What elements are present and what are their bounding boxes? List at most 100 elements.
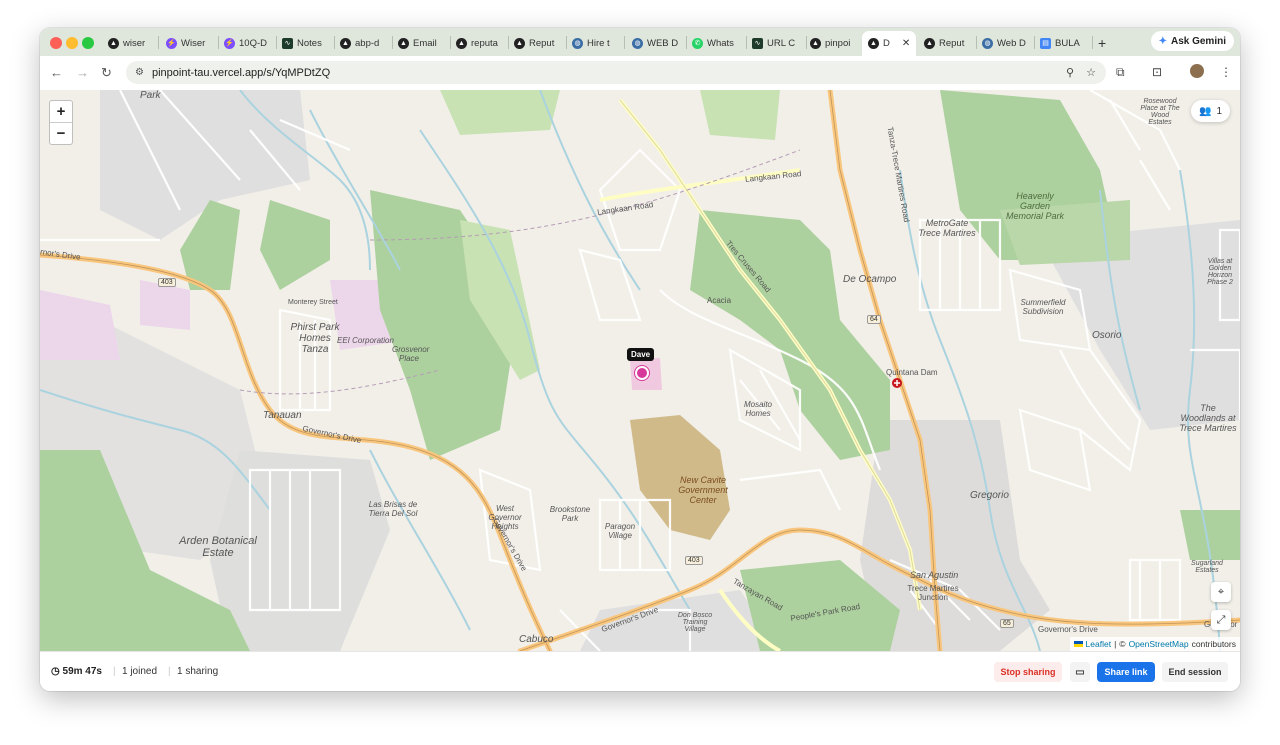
tab-2[interactable]: ⚡ 10Q-D xyxy=(224,32,274,54)
label-woodlands: The Woodlands at Trece Martires xyxy=(1179,403,1237,433)
tab-1[interactable]: ⚡ Wiser xyxy=(166,32,216,54)
dark-circle-icon: ▲ xyxy=(108,37,119,49)
user-marker-tooltip: Dave xyxy=(627,348,655,361)
dark-circle-icon: ▲ xyxy=(868,38,879,49)
map-attribution: Leaflet | © OpenStreetMap contributors xyxy=(1069,637,1240,651)
label-cabuco: Cabuco xyxy=(519,634,554,645)
label-monterey-street: Monterey Street xyxy=(288,299,338,306)
tab-16[interactable]: ▤ BULA xyxy=(1040,32,1090,54)
label-quintana-dam: Quintana Dam xyxy=(886,368,938,377)
clock-icon: ◷ xyxy=(51,666,63,677)
new-tab-button[interactable]: + xyxy=(1098,32,1112,54)
label-brookstone-park: Brookstone Park xyxy=(549,505,591,523)
globe-icon: ◍ xyxy=(632,37,643,49)
forward-arrow-icon[interactable]: → xyxy=(76,65,89,80)
tab-6[interactable]: ▲ reputa xyxy=(456,32,506,54)
route-shield-403-a: 403 xyxy=(158,278,176,287)
menu-dots-icon[interactable]: ⋮ xyxy=(1220,65,1232,79)
close-tab-icon[interactable]: ✕ xyxy=(902,38,910,49)
extensions-icon[interactable]: ⧉ xyxy=(1116,65,1125,80)
label-grosvenor-place: Grosvenor Place xyxy=(392,345,430,363)
user-location-marker[interactable] xyxy=(635,366,649,380)
stop-sharing-button[interactable]: Stop sharing xyxy=(994,662,1062,682)
label-las-brisas: Las Brisas de Tierra Del Sol xyxy=(368,500,418,518)
participants-chip[interactable]: 👥 1 xyxy=(1190,100,1230,122)
ukraine-flag-icon xyxy=(1073,641,1083,647)
zoom-in-button[interactable]: + xyxy=(50,101,72,123)
tab-5[interactable]: ▲ Email xyxy=(398,32,448,54)
zoom-out-button[interactable]: − xyxy=(50,123,72,144)
route-shield-65: 65 xyxy=(1000,619,1014,628)
label-summerfield: Summerfield Subdivision xyxy=(1020,298,1066,316)
map-canvas[interactable]: Park rnor's Drive 403 Monterey Street Ph… xyxy=(40,90,1240,651)
chat-button[interactable]: ▭ xyxy=(1070,662,1090,682)
label-governors-drive-e: Governor's Drive xyxy=(1038,625,1098,634)
tab-10[interactable]: ✆ Whats xyxy=(692,32,744,54)
tab-search-icon[interactable]: ⊡ xyxy=(1152,65,1162,79)
close-window-button[interactable] xyxy=(50,37,62,49)
crosshair-icon: ⌖ xyxy=(1217,586,1225,598)
label-trece-martires-junction: Trece Martires Junction xyxy=(907,584,959,602)
fullscreen-button[interactable]: ⤢ xyxy=(1211,610,1231,630)
bookmark-star-icon[interactable]: ☆ xyxy=(1086,66,1096,79)
globe-icon: ◍ xyxy=(572,37,583,49)
tab-strip: ▲ wiser ⚡ Wiser ⚡ 10Q-D ∿ Notes ▲ abp-d ▲ Emai… xyxy=(40,28,1240,56)
lightning-icon: ⚡ xyxy=(166,37,177,49)
back-arrow-icon[interactable]: ← xyxy=(50,65,63,80)
gemini-sparkle-icon: ✦ xyxy=(1158,35,1167,47)
minimize-window-button[interactable] xyxy=(66,37,78,49)
tab-0[interactable]: ▲ wiser xyxy=(108,32,156,54)
label-heavenly-garden: Heavenly Garden Memorial Park xyxy=(1005,191,1064,221)
route-shield-64: 64 xyxy=(867,315,881,324)
osm-link[interactable]: OpenStreetMap xyxy=(1129,639,1189,649)
end-session-button[interactable]: End session xyxy=(1162,662,1228,682)
label-mosaito-homes: Mosaito Homes xyxy=(743,400,772,418)
browser-window: ▲ wiser ⚡ Wiser ⚡ 10Q-D ∿ Notes ▲ abp-d ▲ Emai… xyxy=(40,28,1240,691)
maximize-window-button[interactable] xyxy=(82,37,94,49)
share-link-button[interactable]: Share link xyxy=(1097,662,1155,682)
label-eei-corporation: EEI Corporation xyxy=(337,336,394,345)
people-icon: 👥 xyxy=(1198,105,1212,117)
label-gregorio: Gregorio xyxy=(970,490,1009,501)
chat-bubble-icon: ▭ xyxy=(1075,666,1085,678)
profile-avatar[interactable] xyxy=(1190,64,1204,78)
tab-15[interactable]: ◍ Web D xyxy=(982,32,1032,54)
site-settings-icon[interactable]: ⚙ xyxy=(135,67,144,78)
doc-icon: ▤ xyxy=(1040,37,1051,49)
tab-9[interactable]: ◍ WEB D xyxy=(632,32,684,54)
tab-4[interactable]: ▲ abp-d xyxy=(340,32,390,54)
label-phirst-park: Phirst Park Homes Tanza xyxy=(290,322,340,355)
label-san-agustin: San Agustin xyxy=(910,570,959,580)
label-sugarland: Sugarland Estates xyxy=(1191,560,1223,574)
locate-me-button[interactable]: ⌖ xyxy=(1211,582,1231,602)
participants-count: 1 xyxy=(1216,105,1222,117)
location-pin-icon[interactable]: ⚲ xyxy=(1066,66,1074,79)
label-park: Park xyxy=(140,90,161,101)
joined-count: 1 joined xyxy=(122,666,158,677)
tab-3[interactable]: ∿ Notes xyxy=(282,32,332,54)
label-don-bosco: Don Bosco Training Village xyxy=(677,612,713,633)
label-acacia: Acacia xyxy=(707,296,732,305)
leaflet-link[interactable]: Leaflet xyxy=(1086,639,1112,649)
tab-7[interactable]: ▲ Reput xyxy=(514,32,564,54)
label-rosewood-place: Rosewood Place at The Wood Estates xyxy=(1140,98,1180,126)
tab-13-active[interactable]: ▲ D ✕ xyxy=(862,31,916,56)
dark-circle-icon: ▲ xyxy=(398,37,409,49)
expand-icon: ⤢ xyxy=(1216,614,1226,626)
tab-11[interactable]: ∿ URL C xyxy=(752,32,804,54)
dark-circle-icon: ▲ xyxy=(456,37,467,49)
tab-12[interactable]: ▲ pinpoi xyxy=(810,32,862,54)
label-new-cavite-gov-center: New Cavite Government Center xyxy=(678,475,728,505)
reload-icon[interactable]: ↻ xyxy=(101,65,112,81)
whatsapp-icon: ✆ xyxy=(692,37,703,49)
zoom-control: + − xyxy=(49,100,73,145)
label-metrogate: MetroGate Trece Martires xyxy=(918,218,976,238)
chart-app-icon: ∿ xyxy=(752,37,763,49)
address-bar[interactable]: ⚙ pinpoint-tau.vercel.app/s/YqMPDtZQ ⚲ ☆ xyxy=(126,61,1106,84)
tab-14[interactable]: ▲ Reput xyxy=(924,32,974,54)
label-tanauan: Tanauan xyxy=(263,410,302,421)
ask-gemini-button[interactable]: ✦ Ask Gemini xyxy=(1150,31,1234,51)
dark-circle-icon: ▲ xyxy=(810,37,821,49)
label-paragon-village: Paragon Village xyxy=(604,522,636,540)
tab-8[interactable]: ◍ Hire t xyxy=(572,32,622,54)
